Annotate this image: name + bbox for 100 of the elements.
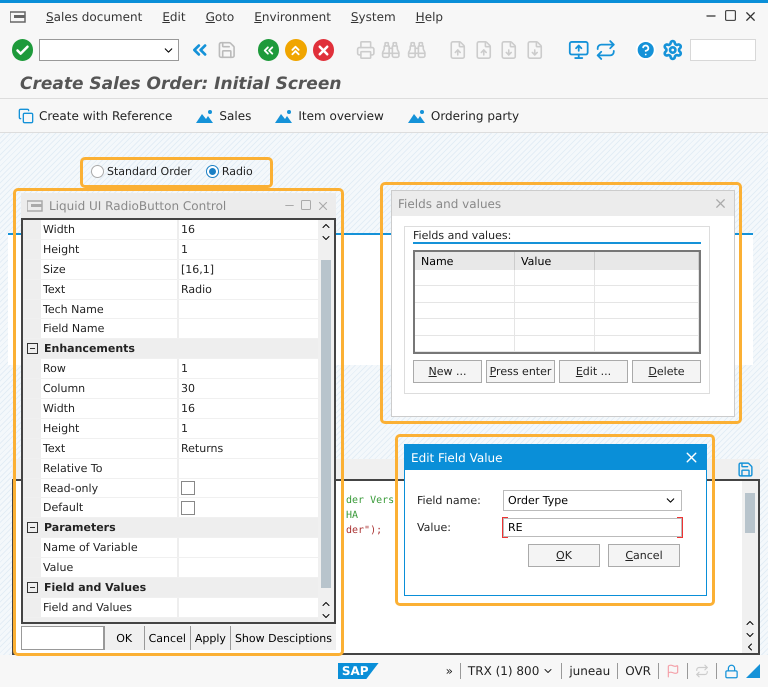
- table-cell[interactable]: [515, 302, 595, 320]
- table-cell[interactable]: [415, 319, 515, 336]
- code-line: HA: [346, 509, 358, 523]
- column-header[interactable]: [595, 252, 699, 270]
- table-cell[interactable]: [595, 286, 699, 303]
- table-cell[interactable]: [415, 336, 515, 352]
- last-page-icon[interactable]: [524, 40, 544, 60]
- checkbox[interactable]: [181, 481, 195, 496]
- dialog-button[interactable]: OK: [528, 544, 600, 567]
- property-value[interactable]: 30: [179, 379, 318, 398]
- dialog-button[interactable]: Cancel: [608, 544, 680, 567]
- menu-item[interactable]: Edit: [162, 10, 186, 24]
- table-cell[interactable]: [595, 336, 699, 352]
- property-name: Width: [41, 399, 179, 418]
- screen-title: Create Sales Order: Initial Screen: [0, 70, 768, 99]
- toolbar-button[interactable]: Create with Reference: [18, 108, 172, 124]
- flag-icon: [666, 664, 680, 678]
- user-name: juneau: [569, 664, 610, 678]
- collapse-icon[interactable]: [26, 522, 38, 534]
- find-icon[interactable]: [381, 40, 401, 60]
- dialog-button[interactable]: Press enter: [486, 360, 555, 383]
- save-icon[interactable]: [737, 460, 754, 478]
- help-icon[interactable]: [634, 39, 656, 61]
- table-cell[interactable]: [415, 270, 515, 286]
- property-value[interactable]: 1: [179, 240, 318, 259]
- menu-item[interactable]: System: [350, 10, 396, 24]
- property-name: Row: [41, 359, 179, 378]
- menu-item[interactable]: Help: [416, 10, 444, 24]
- mountain-icon: [408, 108, 426, 122]
- print-icon[interactable]: [356, 40, 376, 60]
- property-name: Field Name: [41, 319, 179, 338]
- command-field[interactable]: [39, 39, 180, 61]
- table-cell[interactable]: [595, 319, 699, 336]
- field-name-dropdown[interactable]: Order Type: [503, 490, 682, 511]
- dialog-title: Fields and values: [398, 196, 502, 210]
- scroll-thumb[interactable]: [745, 493, 755, 533]
- shortcut-icon[interactable]: [595, 39, 617, 61]
- property-name: Size: [41, 260, 179, 279]
- toolbar-button[interactable]: Item overview: [275, 108, 384, 122]
- column-header[interactable]: Value: [515, 252, 595, 270]
- table-cell[interactable]: [415, 286, 515, 303]
- next-page-icon[interactable]: [499, 40, 519, 60]
- lock-icon[interactable]: [724, 664, 739, 678]
- table-cell[interactable]: [595, 270, 699, 286]
- toolbar-button[interactable]: Ordering party: [408, 108, 520, 122]
- close-icon[interactable]: [743, 9, 758, 24]
- property-value[interactable]: 1: [179, 418, 318, 438]
- menu-item[interactable]: Environment: [254, 10, 331, 24]
- new-session-icon[interactable]: [568, 39, 590, 61]
- cancel-icon[interactable]: [312, 39, 334, 61]
- menu-item[interactable]: Sales document: [46, 10, 142, 24]
- property-name: Relative To: [41, 458, 179, 478]
- menu-icon[interactable]: [10, 10, 26, 22]
- fields-table[interactable]: Name Value: [413, 250, 701, 354]
- dialog-button[interactable]: New ...: [413, 360, 482, 383]
- checkbox[interactable]: [181, 500, 195, 515]
- table-cell[interactable]: [595, 302, 699, 320]
- expand-toggle[interactable]: »: [446, 664, 453, 678]
- property-value[interactable]: 1: [179, 359, 318, 378]
- back-icon[interactable]: [258, 39, 280, 61]
- table-cell[interactable]: [515, 286, 595, 303]
- check-icon[interactable]: [12, 39, 34, 61]
- property-name: Tech Name: [41, 300, 179, 318]
- radio-button[interactable]: Radio: [206, 165, 253, 178]
- save-icon[interactable]: [216, 40, 236, 60]
- table-cell[interactable]: [515, 270, 595, 286]
- scroll-thumb[interactable]: [321, 260, 331, 588]
- collapse-icon[interactable]: [26, 582, 38, 593]
- system-info[interactable]: TRX (1) 800: [468, 664, 554, 678]
- mountain-icon: [275, 108, 294, 122]
- value-field[interactable]: RE: [503, 518, 682, 537]
- table-cell[interactable]: [415, 302, 515, 320]
- settings-icon[interactable]: [662, 39, 684, 61]
- radio-button[interactable]: Standard Order: [91, 165, 192, 178]
- property-value[interactable]: Radio: [179, 280, 318, 299]
- dialog-button[interactable]: Delete: [632, 360, 701, 383]
- property-value[interactable]: [16,1]: [179, 260, 318, 279]
- property-name: Text: [41, 438, 179, 458]
- dialog-title: Edit Field Value: [411, 450, 503, 464]
- find-next-icon[interactable]: [406, 40, 426, 60]
- previous-page-icon[interactable]: [474, 40, 494, 60]
- property-value[interactable]: 16: [179, 220, 318, 239]
- first-page-icon[interactable]: [448, 40, 468, 60]
- collapse-icon[interactable]: [26, 343, 38, 354]
- dialog-button[interactable]: Edit ...: [559, 360, 628, 383]
- column-header[interactable]: Name: [415, 252, 515, 270]
- maximize-icon[interactable]: [724, 9, 737, 22]
- input-field[interactable]: [21, 626, 104, 650]
- property-name: Field and Values: [41, 598, 179, 617]
- group-heading: Parameters: [43, 520, 117, 536]
- property-value[interactable]: Returns: [179, 438, 318, 458]
- property-value[interactable]: 16: [179, 399, 318, 418]
- table-cell[interactable]: [515, 336, 595, 352]
- logo: SAP: [338, 663, 379, 679]
- input-mode[interactable]: OVR: [625, 664, 651, 678]
- menu-item[interactable]: Goto: [206, 10, 234, 24]
- table-cell[interactable]: [515, 319, 595, 336]
- toolbar-button[interactable]: Sales: [196, 108, 252, 122]
- up-icon[interactable]: [285, 39, 307, 61]
- field-label: Field name:: [417, 494, 482, 507]
